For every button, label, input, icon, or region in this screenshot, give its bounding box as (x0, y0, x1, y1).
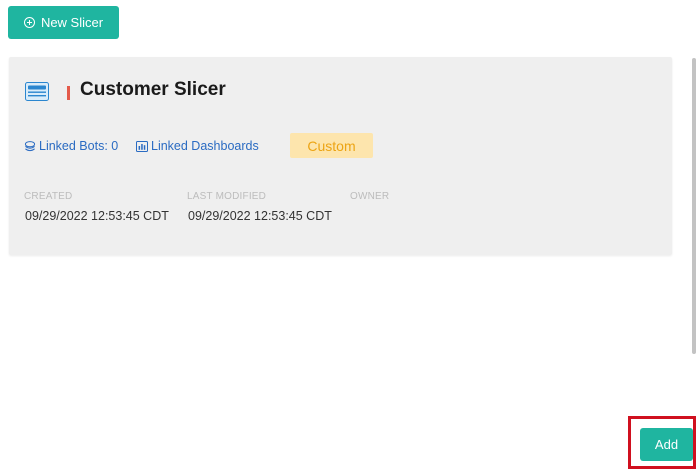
linked-dashboards-link[interactable]: Linked Dashboards (136, 139, 259, 153)
slicer-icon (25, 82, 49, 101)
dashboard-icon (136, 140, 148, 152)
linked-dashboards-label: Linked Dashboards (151, 139, 259, 153)
slicer-card[interactable]: Customer Slicer Linked Bots: 0 Linked Da… (9, 57, 672, 255)
new-slicer-label: New Slicer (40, 15, 104, 30)
plus-circle-icon (23, 17, 35, 28)
slicer-page: New Slicer Customer Slicer Linked Bots: … (0, 0, 700, 473)
type-badge: Custom (290, 133, 373, 158)
title-accent-bar (67, 86, 70, 100)
linked-bots-label: Linked Bots: 0 (39, 139, 119, 153)
created-value: 09/29/2022 12:53:45 CDT (25, 209, 169, 223)
last-modified-value: 09/29/2022 12:53:45 CDT (188, 209, 332, 223)
bot-icon (24, 140, 36, 151)
new-slicer-button[interactable]: New Slicer (8, 6, 119, 39)
last-modified-label: LAST MODIFIED (187, 191, 267, 202)
owner-label: OWNER (350, 191, 390, 202)
slicer-title[interactable]: Customer Slicer (80, 79, 226, 101)
scrollbar-thumb[interactable] (692, 58, 696, 354)
add-button[interactable]: Add (640, 428, 693, 461)
slicer-list: Customer Slicer Linked Bots: 0 Linked Da… (0, 52, 688, 412)
created-label: CREATED (24, 191, 73, 202)
linked-bots-link[interactable]: Linked Bots: 0 (24, 139, 118, 153)
